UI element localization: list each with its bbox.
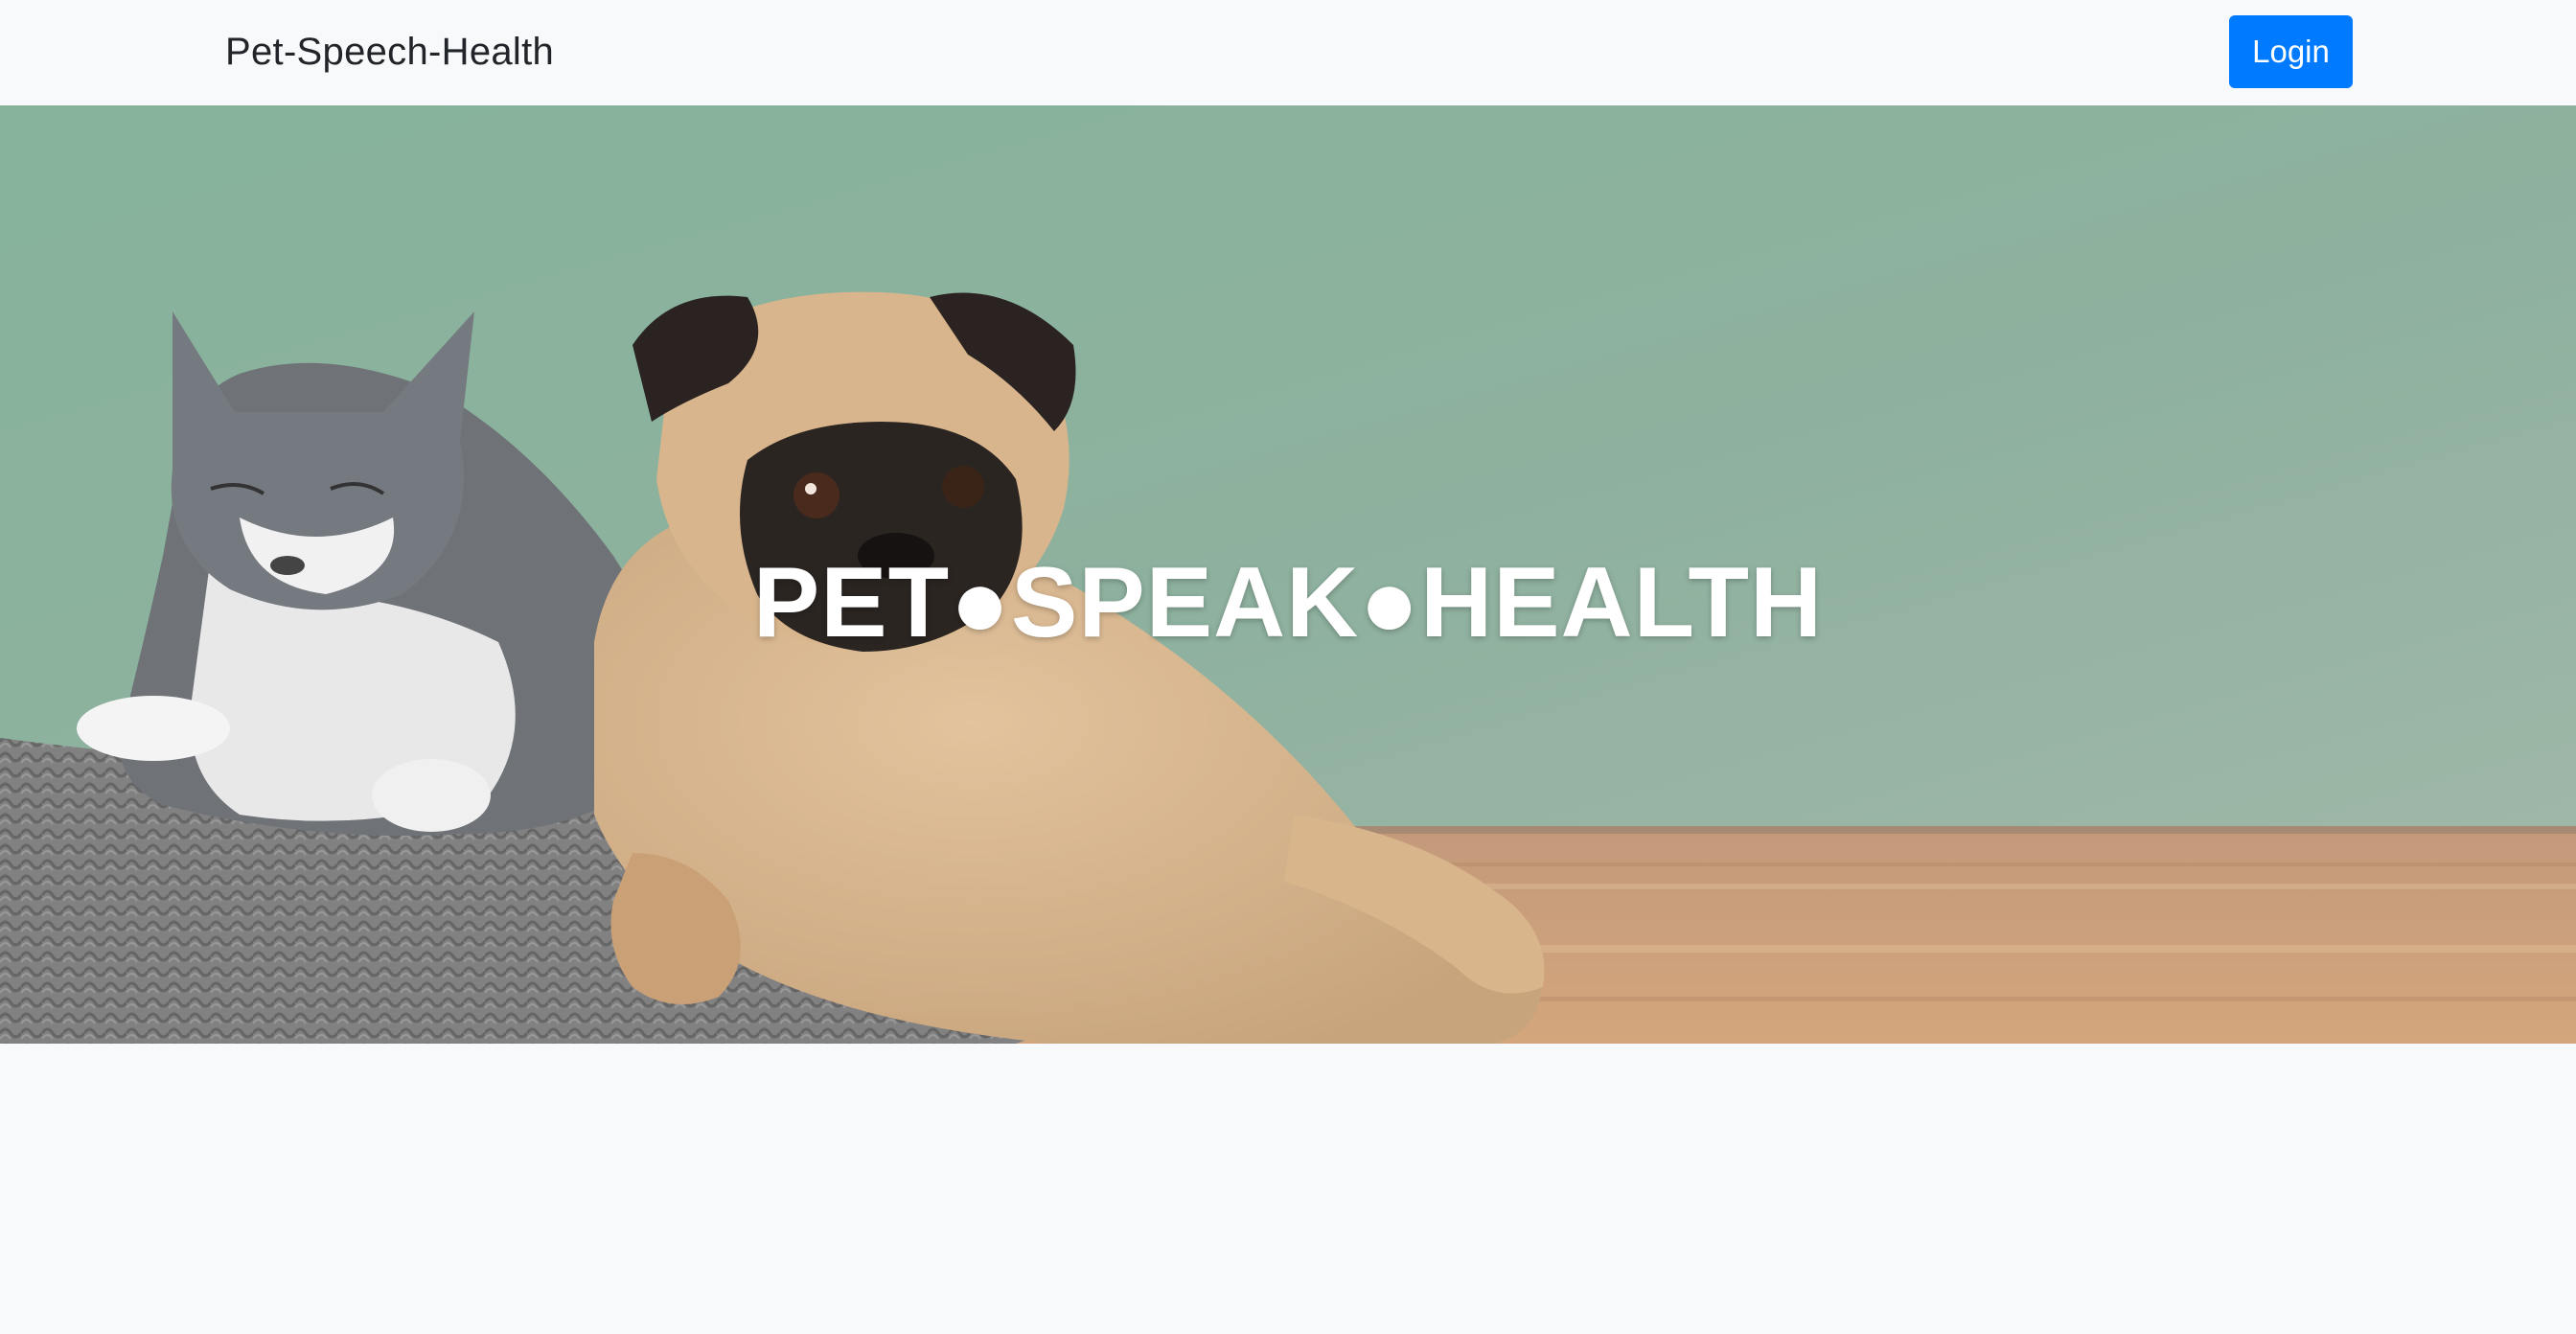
login-button[interactable]: Login <box>2229 15 2353 88</box>
brand-link[interactable]: Pet-Speech-Health <box>225 27 554 77</box>
hero-banner: PET●SPEAK●HEALTH <box>0 105 2576 1044</box>
hero-title: PET●SPEAK●HEALTH <box>752 546 1824 658</box>
navbar: Pet-Speech-Health Login <box>0 0 2576 105</box>
page-content-area <box>0 1044 2576 1334</box>
